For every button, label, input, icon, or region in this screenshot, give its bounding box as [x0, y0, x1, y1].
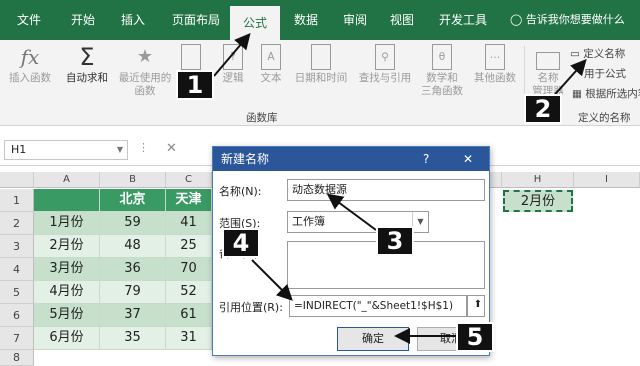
arrow-to-name-field: [326, 193, 377, 231]
step-badge-3: 3: [376, 226, 414, 256]
step-badge-2: 2: [524, 94, 562, 124]
step-badge-4: 4: [222, 228, 260, 258]
step-badge-5: 5: [456, 322, 494, 352]
arrow-to-refers-field: [251, 259, 293, 301]
annotation-arrows: [213, 32, 587, 344]
arrow-to-formulas-tab: [213, 32, 251, 77]
step-badge-1: 1: [176, 70, 214, 100]
